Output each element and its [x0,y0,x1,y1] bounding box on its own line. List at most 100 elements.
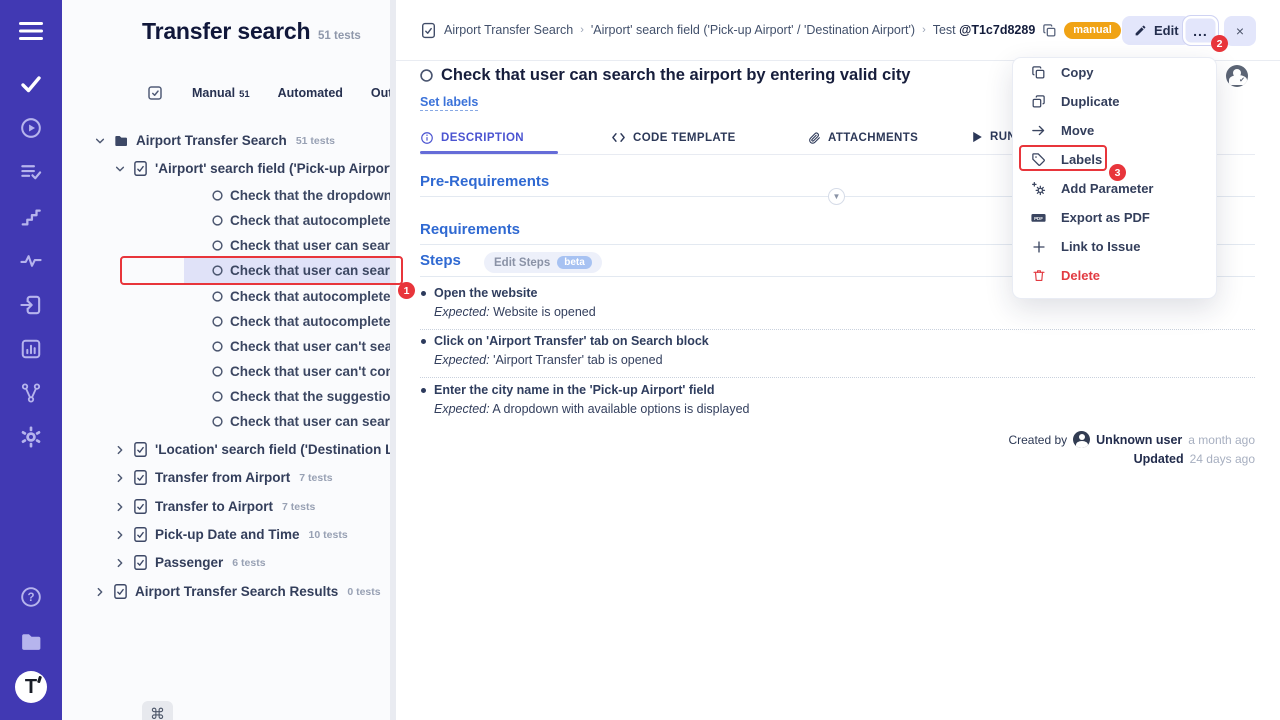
tree-suite-transfer-to[interactable]: Transfer to Airport7 tests [114,494,390,519]
reports-chart-icon[interactable] [20,338,42,360]
menu-item-link-to-issue[interactable]: Link to Issue [1013,232,1216,261]
suite-doc-icon [113,583,128,600]
tab-description[interactable]: DESCRIPTION [420,131,524,145]
tree-test-selected[interactable]: Check that user can search the airport b… [212,258,390,283]
folder-icon [113,133,129,149]
tree-label: Airport Transfer Search Results [135,584,338,599]
chevron-down-icon[interactable] [94,135,106,147]
menu-item-move[interactable]: Move [1013,116,1216,145]
tree-filter-tabs: Manual51 Automated Out of sync De [146,84,390,102]
svg-text:?: ? [27,592,34,604]
chevron-right-icon[interactable] [114,529,126,541]
activity-pulse-icon[interactable] [20,250,43,273]
test-meta: Created by Unknown user a month ago Upda… [860,431,1255,466]
tab-automated[interactable]: Automated [278,86,343,100]
copy-icon [1030,65,1047,80]
close-test-button[interactable]: × [1224,16,1256,46]
copy-id-icon[interactable] [1042,23,1057,38]
close-icon: × [1236,23,1244,39]
step-expected: Expected: 'Airport Transfer' tab is open… [434,353,663,367]
tree-folder-root[interactable]: Airport Transfer Search51 tests [94,128,390,153]
tree-test[interactable]: Check that user can search the airport b… [212,409,390,434]
branches-fork-icon[interactable] [20,382,42,404]
hamburger-menu-icon[interactable] [19,22,43,40]
tree-suite-transfer-from[interactable]: Transfer from Airport7 tests [114,465,390,490]
updated-ago: 24 days ago [1190,452,1255,466]
chevron-right-icon[interactable] [114,472,126,484]
tree-count: 7 tests [282,501,315,513]
set-labels-link[interactable]: Set labels [420,95,478,111]
logo-tick [37,676,42,684]
created-by-label: Created by [1008,433,1067,447]
plans-list-check-icon[interactable] [20,161,43,184]
tree-label: 'Airport' search field ('Pick-up Airport… [155,161,390,176]
tests-check-icon[interactable] [19,72,43,96]
tab-code-template[interactable]: CODE TEMPLATE [611,131,736,144]
tree-test[interactable]: Check that autocomplete suggestions are … [212,309,390,334]
chevron-right-icon[interactable] [114,557,126,569]
tree-suite-search-results[interactable]: Airport Transfer Search Results0 tests [94,579,390,604]
breadcrumb-project[interactable]: Airport Transfer Search [444,23,573,37]
edit-steps-button[interactable]: Edit Steps beta [484,252,602,273]
suite-doc-icon [133,526,148,543]
step-action: Click on 'Airport Transfer' tab on Searc… [434,334,709,348]
suite-doc-icon [133,441,148,458]
test-status-circle-icon [212,341,223,352]
projects-folder-icon[interactable] [19,630,44,655]
breadcrumb-separator: › [580,24,584,36]
tree-test[interactable]: Check that user can't continue transfer … [212,359,390,384]
breadcrumb-suite[interactable]: 'Airport' search field ('Pick-up Airport… [591,23,915,37]
expected-value: A dropdown with available options is dis… [492,402,749,416]
tree-test[interactable]: Check that the dropdown with relevant su… [212,183,390,208]
tab-out-of-sync[interactable]: Out of sync [371,86,390,100]
chevron-right-icon[interactable] [114,501,126,513]
keyboard-shortcut-badge[interactable]: ⌘ [142,701,173,720]
menu-item-label: Export as PDF [1061,210,1150,225]
assignee-avatar-icon[interactable] [1226,65,1248,87]
chevron-down-icon[interactable] [114,163,126,175]
test-tree-panel: Transfer search 51 tests ✕ Manual51 Auto… [62,0,390,720]
collapse-toggle-chevron-icon[interactable]: ▼ [828,188,845,205]
tree-test[interactable]: Check that the suggestions in the 'Airpo… [212,384,390,409]
active-tab-underline [420,151,558,154]
menu-item-duplicate[interactable]: Duplicate [1013,87,1216,116]
menu-item-copy[interactable]: Copy [1013,58,1216,87]
nav-rail: ? T [0,0,62,720]
shared-steps-icon[interactable] [20,206,42,228]
menu-item-label: Delete [1061,268,1100,283]
menu-item-export-pdf[interactable]: PDF Export as PDF [1013,203,1216,232]
edit-button[interactable]: Edit [1122,16,1191,45]
tree-label: Check that user can't continue transfer … [230,364,390,379]
chevron-right-icon[interactable] [114,444,126,456]
tree-label: Check that user can search the airport b… [230,414,390,429]
tab-manual-label: Manual [192,86,235,100]
select-all-icon[interactable] [146,84,164,102]
help-icon[interactable]: ? [20,586,43,609]
tab-attachments-label: ATTACHMENTS [828,132,918,144]
breadcrumb-test-label: Test [933,23,956,37]
tree-suite-passenger[interactable]: Passenger6 tests [114,550,390,575]
import-signin-icon[interactable] [20,294,43,317]
menu-item-delete[interactable]: Delete [1013,261,1216,290]
tab-attachments[interactable]: ATTACHMENTS [808,131,918,145]
tree-test[interactable]: Check that autocomplete suggestings are … [212,208,390,233]
tree-test[interactable]: Check that user can search the airport b… [212,233,390,258]
suite-doc-icon [133,469,148,486]
panel-divider[interactable] [390,0,396,720]
tree-suite-location-field[interactable]: 'Location' search field ('Destination Lo… [114,437,390,462]
trash-icon [1030,268,1047,283]
tree-test[interactable]: Check that user can't search the airport… [212,334,390,359]
menu-item-label: Copy [1061,65,1094,80]
test-status-circle-icon [212,190,223,201]
settings-gear-icon[interactable] [20,426,43,449]
tree-test[interactable]: Check that autocomplete suggestions are … [212,284,390,309]
manual-badge: manual [1064,22,1121,39]
app-logo[interactable]: T [15,671,47,703]
tab-run[interactable]: RUN [972,131,1016,143]
tree-suite-airport-field[interactable]: 'Airport' search field ('Pick-up Airport… [114,156,390,181]
chevron-right-icon[interactable] [94,586,106,598]
step-bullet [421,339,426,344]
runs-play-icon[interactable] [20,117,43,140]
tab-manual[interactable]: Manual51 [192,86,250,100]
tree-suite-pickup-date[interactable]: Pick-up Date and Time10 tests [114,522,390,547]
